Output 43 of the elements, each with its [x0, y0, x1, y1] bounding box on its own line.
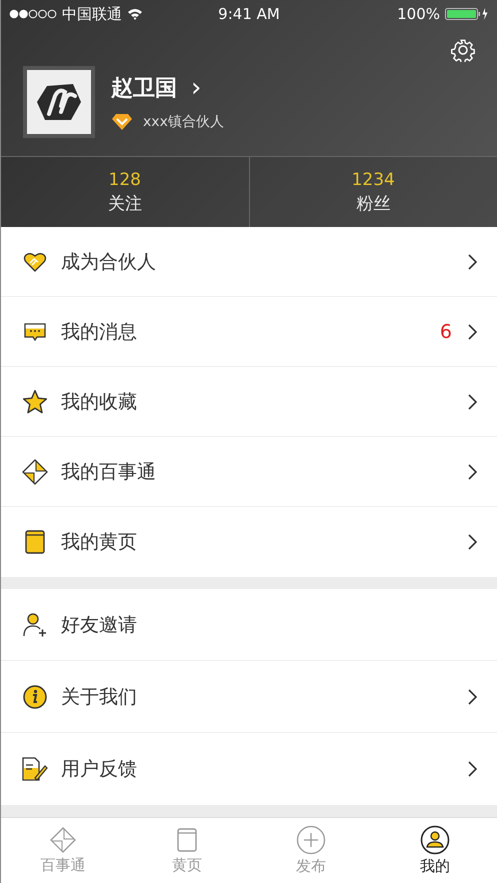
- chevron-icon: ›: [191, 75, 202, 101]
- menu-item[interactable]: 我的黄页: [1, 507, 497, 577]
- wifi-icon: [127, 8, 143, 20]
- chevron-icon: [468, 534, 477, 550]
- carrier-name: 中国联通: [62, 4, 122, 24]
- user-icon[interactable]: [420, 825, 450, 855]
- menu-item[interactable]: 用户反馈: [1, 733, 497, 805]
- user-name[interactable]: 赵卫国: [111, 73, 177, 103]
- book-icon[interactable]: [175, 826, 199, 854]
- star-icon: [22, 388, 48, 414]
- diamond-badge-icon: [111, 113, 133, 131]
- chevron-icon: [468, 761, 477, 777]
- status-time: 9:41 AM: [218, 5, 280, 23]
- stat-label: 关注: [108, 192, 142, 214]
- stat-label: 粉丝: [356, 192, 390, 214]
- stat-value[interactable]: 128: [108, 170, 141, 190]
- info-icon: [22, 684, 48, 710]
- tab[interactable]: 我的: [373, 818, 497, 883]
- chevron-icon: [468, 688, 477, 704]
- book-icon: [23, 528, 47, 556]
- stat-value[interactable]: 1234: [352, 170, 395, 190]
- menu-item[interactable]: 我的百事通: [1, 437, 497, 507]
- chevron-icon: [468, 464, 477, 480]
- settings-icon[interactable]: [451, 38, 475, 62]
- menu-item[interactable]: 关于我们: [1, 661, 497, 733]
- menu-item[interactable]: 我的收藏: [1, 367, 497, 437]
- add-icon[interactable]: [296, 825, 326, 855]
- add-user-icon: [22, 612, 48, 638]
- diamond-icon: [21, 458, 49, 486]
- user-role: xxx镇合伙人: [143, 113, 224, 131]
- battery-icon: [445, 7, 489, 21]
- chevron-icon: [468, 394, 477, 410]
- avatar[interactable]: [23, 66, 95, 138]
- menu-item[interactable]: 成为合伙人: [1, 227, 497, 297]
- menu-item[interactable]: 我的消息 6: [1, 297, 497, 367]
- chevron-icon: [468, 254, 477, 270]
- unread-count: 6: [440, 320, 452, 342]
- battery-percent: 100%: [397, 5, 440, 23]
- chevron-icon: [468, 324, 477, 340]
- menu-item[interactable]: 好友邀请: [1, 589, 497, 661]
- feedback-icon: [21, 756, 49, 782]
- diamond-icon[interactable]: [49, 826, 77, 854]
- signal-icon: [9, 9, 57, 19]
